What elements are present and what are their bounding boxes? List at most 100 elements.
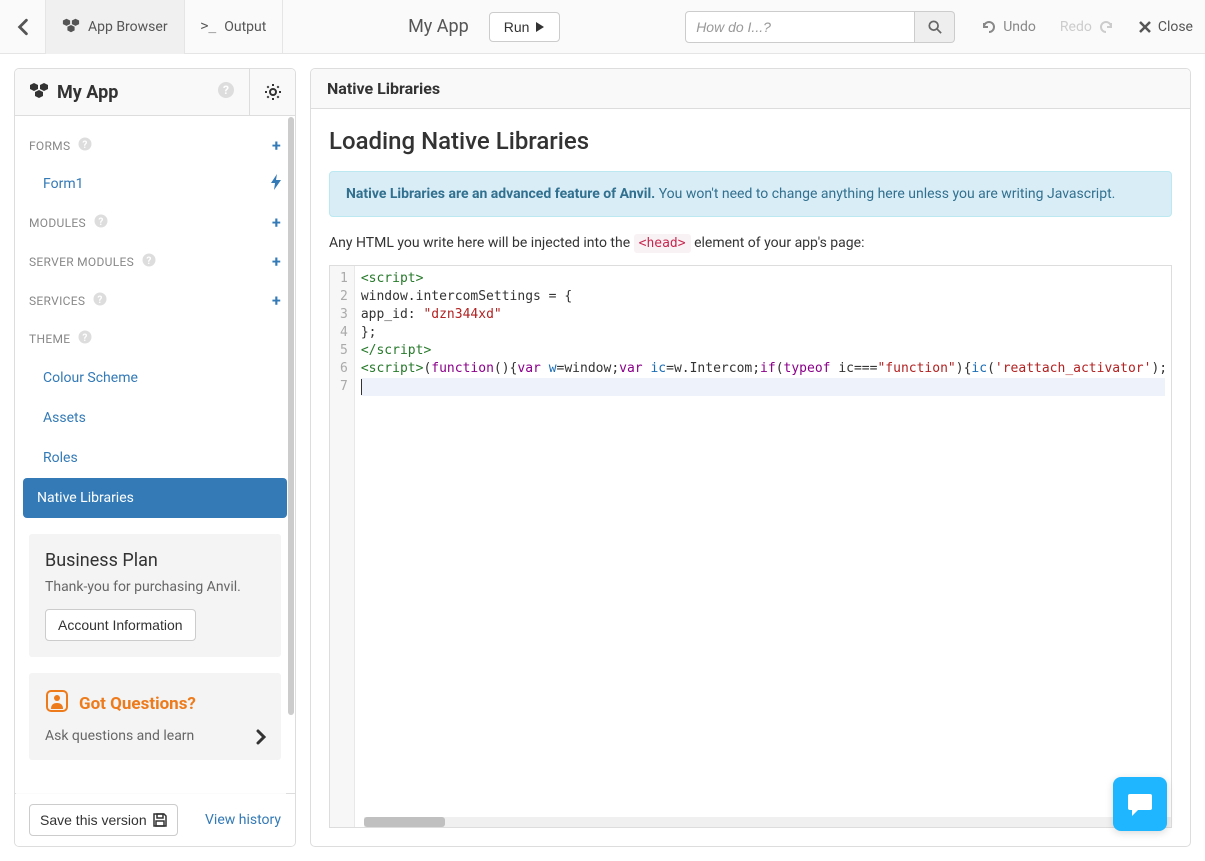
app-title: My App [388, 16, 489, 37]
item-label: Form1 [43, 176, 83, 192]
code-line: <script> [361, 270, 1165, 288]
undo-button[interactable]: Undo [969, 19, 1048, 35]
item-label: Colour Scheme [43, 370, 138, 386]
questions-box[interactable]: Got Questions? Ask questions and learn [29, 673, 281, 760]
svg-text:?: ? [83, 140, 88, 151]
section-label: SERVER MODULES [29, 255, 134, 269]
plan-text: Thank-you for purchasing Anvil. [45, 579, 265, 595]
cursor [361, 379, 362, 395]
questions-title-text: Got Questions? [79, 694, 196, 714]
content-body: Loading Native Libraries Native Librarie… [311, 109, 1190, 846]
run-label: Run [504, 19, 530, 35]
help-icon[interactable]: ? [93, 292, 107, 310]
section-label: SERVICES [29, 294, 85, 308]
sidebar-scrollbar[interactable] [288, 117, 294, 796]
code-line: window.intercomSettings = { [361, 288, 1165, 306]
chat-fab[interactable] [1113, 777, 1167, 831]
line-number: 6 [340, 360, 348, 378]
search-button[interactable] [915, 11, 955, 43]
tab-output[interactable]: >_ Output [185, 0, 284, 54]
add-server-module-button[interactable]: + [272, 252, 281, 271]
plan-title: Business Plan [45, 550, 265, 571]
code-area[interactable]: <script> window.intercomSettings = { app… [355, 266, 1171, 827]
redo-label: Redo [1060, 19, 1092, 35]
topbar: App Browser >_ Output My App Run Undo Re… [0, 0, 1205, 54]
chat-icon [1126, 790, 1154, 818]
code-editor[interactable]: 1 2 3 4 5 6 7 <script> window.intercomSe… [329, 265, 1172, 828]
line-number: 7 [340, 378, 348, 396]
sidebar-header: My App ? [15, 69, 295, 116]
code-line: app_id: "dzn344xd" [361, 306, 1165, 324]
view-history-link[interactable]: View history [205, 812, 281, 828]
tab-label: Output [224, 19, 266, 35]
save-label: Save this version [40, 812, 147, 828]
undo-label: Undo [1003, 19, 1036, 35]
svg-text:?: ? [223, 83, 229, 97]
line-number: 1 [340, 270, 348, 288]
scrollbar-thumb[interactable] [364, 817, 445, 827]
scrollbar-thumb[interactable] [288, 117, 294, 715]
run-button[interactable]: Run [489, 12, 561, 42]
undo-icon [981, 20, 997, 34]
help-icon[interactable]: ? [142, 253, 156, 271]
content-header: Native Libraries [311, 69, 1190, 109]
account-info-button[interactable]: Account Information [45, 609, 196, 641]
add-form-button[interactable]: + [272, 136, 281, 155]
help-icon[interactable]: ? [78, 137, 92, 155]
back-button[interactable] [0, 0, 46, 54]
redo-button[interactable]: Redo [1048, 19, 1126, 35]
search-wrap [685, 11, 955, 43]
tab-app-browser[interactable]: App Browser [46, 0, 185, 54]
svg-text:?: ? [98, 295, 103, 306]
plan-box: Business Plan Thank-you for purchasing A… [29, 534, 281, 657]
floppy-icon [153, 813, 167, 827]
search-input[interactable] [685, 11, 915, 43]
settings-button[interactable] [249, 69, 295, 115]
section-services: SERVICES ? + [15, 281, 295, 320]
line-number: 4 [340, 324, 348, 342]
help-icon[interactable]: ? [78, 330, 92, 348]
code-line [361, 378, 1165, 396]
close-button[interactable]: Close [1126, 19, 1205, 35]
sidebar-item-colour-scheme[interactable]: Colour Scheme [15, 358, 295, 398]
sidebar-item-roles[interactable]: Roles [15, 438, 295, 478]
questions-sub: Ask questions and learn [45, 728, 265, 744]
help-icon[interactable]: ? [94, 214, 108, 232]
sidebar-item-native-libraries[interactable]: Native Libraries [23, 478, 287, 518]
content-panel: Native Libraries Loading Native Librarie… [310, 68, 1191, 847]
cubes-icon [62, 17, 80, 37]
redo-icon [1098, 20, 1114, 34]
sidebar: My App ? FORMS ? + Form1 M [14, 68, 296, 847]
section-label: MODULES [29, 216, 86, 230]
sidebar-item-form1[interactable]: Form1 [15, 165, 295, 203]
sidebar-title-text: My App [57, 82, 118, 103]
close-label: Close [1158, 19, 1193, 35]
gear-icon [264, 83, 282, 101]
user-circle-icon [45, 689, 69, 718]
save-version-button[interactable]: Save this version [29, 804, 178, 836]
desc-prefix: Any HTML you write here will be injected… [329, 235, 634, 251]
help-icon[interactable]: ? [217, 81, 235, 104]
search-icon [928, 20, 942, 34]
info-strong: Native Libraries are an advanced feature… [346, 186, 655, 202]
sidebar-footer: Save this version View history [15, 793, 295, 846]
item-label: Native Libraries [37, 490, 134, 506]
svg-text:?: ? [98, 217, 103, 228]
sidebar-body: FORMS ? + Form1 MODULES ? + SERVER MODUL… [15, 116, 295, 793]
desc-suffix: element of your app's page: [691, 235, 865, 251]
close-icon [1138, 20, 1152, 34]
svg-text:?: ? [146, 256, 151, 267]
section-theme: THEME ? [15, 320, 295, 358]
info-box: Native Libraries are an advanced feature… [329, 171, 1172, 217]
line-number: 5 [340, 342, 348, 360]
add-module-button[interactable]: + [272, 213, 281, 232]
code-line: </script> [361, 342, 1165, 360]
section-label: THEME [29, 332, 70, 346]
section-server-modules: SERVER MODULES ? + [15, 242, 295, 281]
editor-hscrollbar[interactable] [364, 817, 1171, 827]
sidebar-item-assets[interactable]: Assets [15, 398, 295, 438]
chevron-left-icon [16, 18, 30, 36]
sidebar-title: My App ? [15, 71, 249, 114]
add-service-button[interactable]: + [272, 291, 281, 310]
section-label: FORMS [29, 139, 70, 153]
